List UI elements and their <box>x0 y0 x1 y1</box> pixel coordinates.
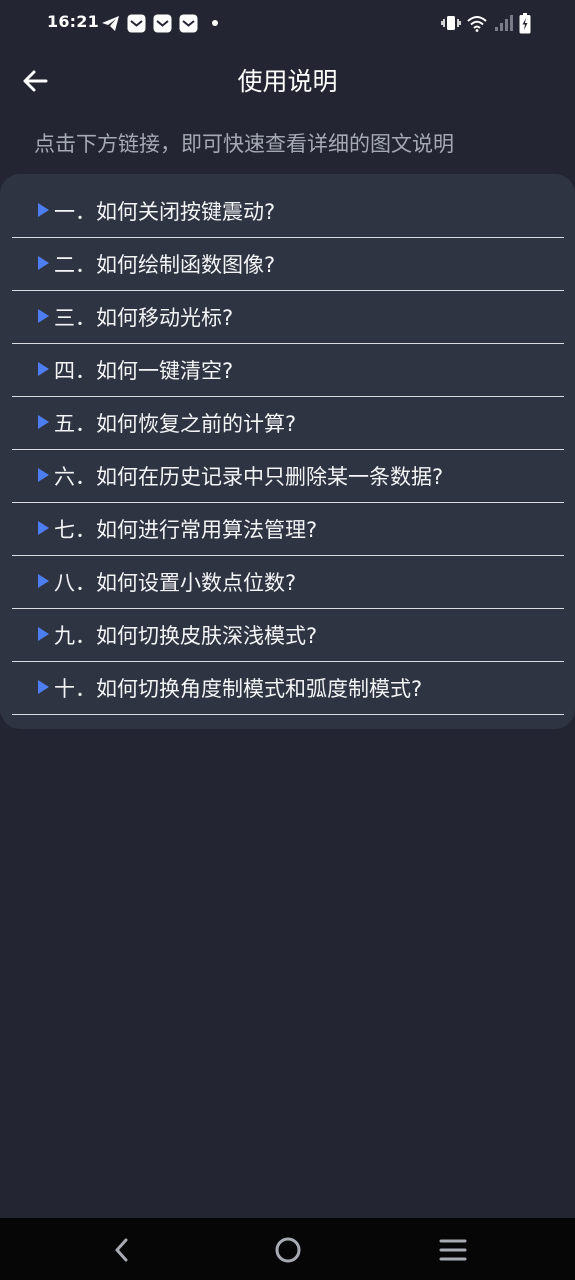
faq-item-label: 五．如何恢复之前的计算? <box>54 412 297 436</box>
page-title: 使用说明 <box>237 67 338 96</box>
triangle-marker-icon <box>38 468 49 482</box>
faq-item-label: 三．如何移动光标? <box>54 306 234 330</box>
telegram-icon <box>102 15 119 31</box>
instructions-subtitle: 点击下方链接，即可快速查看详细的图文说明 <box>34 132 454 156</box>
signal-icon <box>495 14 513 31</box>
wifi-icon <box>467 15 487 32</box>
vibrate-icon <box>441 16 461 30</box>
nav-home-button[interactable] <box>268 1230 308 1270</box>
triangle-marker-icon <box>38 415 49 429</box>
faq-item-label: 一．如何关闭按键震动? <box>54 200 276 224</box>
faq-item-label: 七．如何进行常用算法管理? <box>54 518 318 542</box>
home-icon <box>275 1237 301 1263</box>
triangle-marker-icon <box>38 521 49 535</box>
triangle-marker-icon <box>38 574 49 588</box>
faq-item[interactable]: 六．如何在历史记录中只删除某一条数据? <box>12 450 564 503</box>
faq-list: 一．如何关闭按键震动? 二．如何绘制函数图像? 三．如何移动光标? 四．如何一键… <box>12 185 564 715</box>
recents-icon <box>439 1239 467 1261</box>
faq-item-label: 二．如何绘制函数图像? <box>54 253 276 277</box>
faq-item-label: 六．如何在历史记录中只删除某一条数据? <box>54 465 444 489</box>
triangle-marker-icon <box>38 680 49 694</box>
battery-charging-icon <box>519 12 531 33</box>
faq-item-label: 四．如何一键清空? <box>54 359 234 383</box>
mail-icon <box>179 14 198 32</box>
app-header: 使用说明 <box>0 52 575 108</box>
triangle-marker-icon <box>38 627 49 641</box>
nav-back-button[interactable] <box>102 1230 142 1270</box>
faq-item[interactable]: 一．如何关闭按键震动? <box>12 185 564 238</box>
faq-item-label: 十．如何切换角度制模式和弧度制模式? <box>54 677 423 701</box>
faq-card: 一．如何关闭按键震动? 二．如何绘制函数图像? 三．如何移动光标? 四．如何一键… <box>0 174 575 729</box>
faq-item[interactable]: 三．如何移动光标? <box>12 291 564 344</box>
faq-item[interactable]: 八．如何设置小数点位数? <box>12 556 564 609</box>
system-nav-bar <box>0 1218 575 1280</box>
faq-item[interactable]: 九．如何切换皮肤深浅模式? <box>12 609 564 662</box>
status-time: 16:21 <box>47 12 99 31</box>
nav-recents-button[interactable] <box>433 1230 473 1270</box>
faq-item[interactable]: 五．如何恢复之前的计算? <box>12 397 564 450</box>
system-icons <box>441 12 531 34</box>
triangle-marker-icon <box>38 309 49 323</box>
notification-dot-icon <box>212 20 218 26</box>
triangle-marker-icon <box>38 362 49 376</box>
triangle-marker-icon <box>38 203 49 217</box>
faq-item[interactable]: 四．如何一键清空? <box>12 344 564 397</box>
faq-item[interactable]: 二．如何绘制函数图像? <box>12 238 564 291</box>
faq-item[interactable]: 七．如何进行常用算法管理? <box>12 503 564 556</box>
faq-item-label: 九．如何切换皮肤深浅模式? <box>54 624 318 648</box>
mail-icon <box>127 14 146 32</box>
triangle-marker-icon <box>38 256 49 270</box>
back-icon <box>115 1238 128 1262</box>
status-bar: 16:21 <box>0 0 575 46</box>
faq-item-label: 八．如何设置小数点位数? <box>54 571 297 595</box>
notification-icons <box>101 12 221 34</box>
faq-item[interactable]: 十．如何切换角度制模式和弧度制模式? <box>12 662 564 715</box>
mail-icon <box>153 14 172 32</box>
